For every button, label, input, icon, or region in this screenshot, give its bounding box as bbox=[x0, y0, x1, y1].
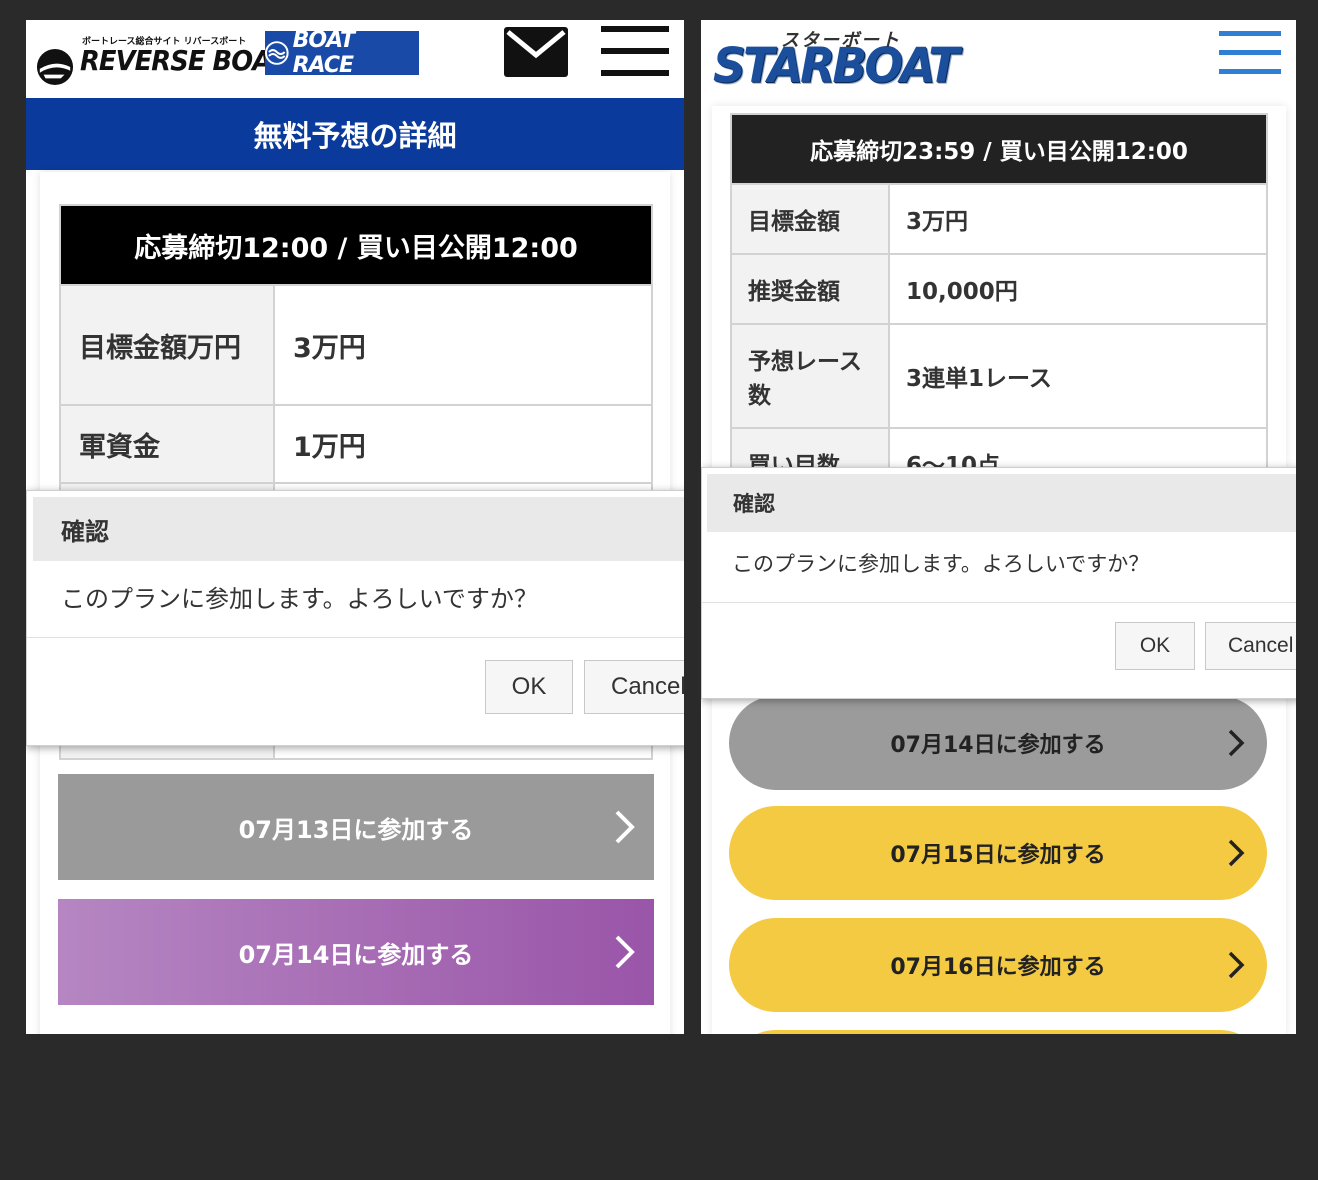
starboat-logo[interactable]: STARBOAT スターボート bbox=[709, 24, 959, 96]
dialog-message: このプランに参加します。よろしいですか？ bbox=[61, 585, 538, 613]
join-button-label: 07月15日に参加する bbox=[890, 843, 1106, 868]
dialog-divider bbox=[702, 602, 1296, 603]
join-button-next[interactable] bbox=[729, 1030, 1267, 1034]
dialog-message: このプランに参加します。よろしいですか？ bbox=[732, 552, 1150, 576]
reverse-boat-logo[interactable]: ボートレース総合サイト リバースボート REVERSE BOAT bbox=[36, 34, 286, 86]
chevron-right-icon bbox=[1228, 839, 1245, 867]
chevron-right-icon bbox=[1228, 951, 1245, 979]
hamburger-menu-icon[interactable] bbox=[1219, 31, 1281, 81]
left-screenshot-panel: ボートレース総合サイト リバースボート REVERSE BOAT BOAT RA… bbox=[26, 20, 684, 1034]
chevron-right-icon bbox=[615, 935, 635, 969]
join-button-0714[interactable]: 07月14日に参加する bbox=[58, 899, 654, 1005]
cancel-button[interactable]: Cancel bbox=[584, 660, 684, 714]
confirm-dialog: 確認 このプランに参加します。よろしいですか？ OK Cancel bbox=[701, 467, 1296, 699]
boat-race-badge[interactable]: BOAT RACE bbox=[265, 28, 419, 78]
race-count-label: 予想レース数 bbox=[730, 323, 890, 429]
chevron-right-icon bbox=[615, 810, 635, 844]
dialog-title: 確認 bbox=[707, 474, 1296, 532]
left-site-header: ボートレース総合サイト リバースボート REVERSE BOAT BOAT RA… bbox=[26, 20, 684, 98]
target-amount-value: 3万円 bbox=[273, 284, 653, 406]
dialog-divider bbox=[27, 637, 684, 638]
race-count-value: 3連単1レース bbox=[888, 323, 1268, 429]
cancel-button[interactable]: Cancel bbox=[1205, 622, 1296, 670]
join-button-0716[interactable]: 07月16日に参加する bbox=[729, 918, 1267, 1012]
join-button-label: 07月14日に参加する bbox=[238, 940, 474, 969]
plan-info-table: 応募締切23:59 / 買い目公開12:00 目標金額 3万円 推奨金額 10,… bbox=[730, 113, 1268, 499]
mail-icon[interactable] bbox=[504, 27, 568, 77]
right-screenshot-panel: STARBOAT スターボート 応募締切23:59 / 買い目公開12:00 目… bbox=[701, 20, 1296, 1034]
right-site-header: STARBOAT スターボート bbox=[701, 20, 1296, 106]
boat-emblem-icon bbox=[36, 48, 74, 86]
ok-button[interactable]: OK bbox=[485, 660, 573, 714]
recommended-amount-value: 10,000円 bbox=[888, 253, 1268, 325]
boat-race-label: BOAT RACE bbox=[292, 28, 355, 78]
recommended-amount-label: 推奨金額 bbox=[730, 253, 890, 325]
confirm-dialog: 確認 このプランに参加します。よろしいですか？ OK Cancel bbox=[26, 490, 684, 746]
ok-button[interactable]: OK bbox=[1115, 622, 1195, 670]
join-button-0713[interactable]: 07月13日に参加する bbox=[58, 774, 654, 880]
target-amount-value: 3万円 bbox=[888, 183, 1268, 255]
boat-race-wave-icon bbox=[265, 41, 289, 65]
hamburger-menu-icon[interactable] bbox=[601, 26, 669, 78]
page-title: 無料予想の詳細 bbox=[26, 98, 684, 170]
join-button-label: 07月14日に参加する bbox=[890, 733, 1106, 758]
funds-value: 1万円 bbox=[273, 404, 653, 484]
target-amount-label: 目標金額 bbox=[730, 183, 890, 255]
chevron-right-icon bbox=[1228, 729, 1245, 757]
plan-schedule-header: 応募締切12:00 / 買い目公開12:00 bbox=[59, 204, 653, 286]
dialog-title: 確認 bbox=[33, 497, 684, 561]
logo-name: REVERSE BOAT bbox=[80, 44, 286, 77]
logo-kana: スターボート bbox=[781, 30, 901, 51]
plan-schedule-header: 応募締切23:59 / 買い目公開12:00 bbox=[730, 113, 1268, 185]
join-button-0715[interactable]: 07月15日に参加する bbox=[729, 806, 1267, 900]
target-amount-label: 目標金額万円 bbox=[59, 284, 275, 406]
join-button-0714[interactable]: 07月14日に参加する bbox=[729, 696, 1267, 790]
join-button-label: 07月16日に参加する bbox=[890, 955, 1106, 980]
join-button-label: 07月13日に参加する bbox=[238, 815, 474, 844]
funds-label: 軍資金 bbox=[59, 404, 275, 484]
